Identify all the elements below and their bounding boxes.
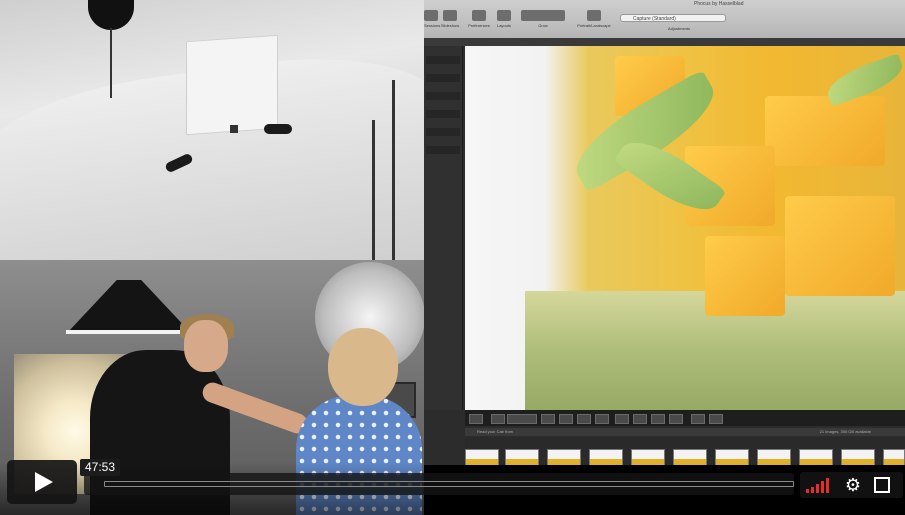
adjustments-label: Adjustments	[668, 26, 691, 31]
player-right-controls: ⚙	[800, 472, 903, 498]
progress-bar[interactable]	[84, 473, 794, 495]
fullscreen-icon[interactable]	[874, 477, 890, 493]
studio-light-reflector	[88, 0, 134, 30]
image-viewer[interactable]	[465, 46, 905, 410]
toolbar-portrait-landscape[interactable]: Portrait/Landscape	[572, 10, 616, 36]
play-icon	[35, 472, 53, 492]
viewer-control[interactable]	[595, 414, 609, 424]
viewer-control[interactable]	[669, 414, 683, 424]
viewer-control[interactable]	[577, 414, 591, 424]
browser-sidebar	[424, 46, 463, 410]
mango-cube	[765, 96, 885, 166]
viewer-controls	[465, 410, 905, 426]
softbox-diffuser	[66, 330, 192, 334]
viewer-control[interactable]	[691, 414, 705, 424]
viewer-control[interactable]	[559, 414, 573, 424]
board-marker	[230, 125, 238, 133]
presenter-woman-head	[328, 328, 398, 406]
timestamp: 47:53	[80, 459, 121, 476]
capture-select[interactable]: Capture (Standard)	[620, 14, 726, 22]
viewer-control[interactable]	[541, 414, 555, 424]
viewer-control[interactable]	[633, 414, 647, 424]
presenter-head	[184, 320, 228, 372]
filmstrip	[465, 437, 905, 465]
toolbar-layouts[interactable]: Layouts	[494, 10, 514, 36]
software-screen: Phocus by Hasselblad Sessions Slideshow …	[424, 0, 905, 465]
viewer-control[interactable]	[469, 414, 483, 424]
layouts-icon	[497, 10, 511, 21]
viewer-control[interactable]	[651, 414, 665, 424]
viewer-control[interactable]	[615, 414, 629, 424]
play-button[interactable]	[7, 460, 77, 504]
gear-icon[interactable]: ⚙	[844, 476, 862, 494]
app-toolbar: Phocus by Hasselblad Sessions Slideshow …	[424, 0, 905, 38]
reflector-board	[186, 34, 278, 136]
light-stand	[392, 80, 395, 260]
progress-track[interactable]	[104, 481, 794, 487]
light-stand	[110, 28, 112, 98]
studio-set-view	[0, 0, 424, 260]
portrait-landscape-icon	[587, 10, 601, 21]
filmstrip-count: 21 Images, 350 GB available	[819, 429, 871, 434]
mango-cube	[705, 236, 785, 316]
softbox-light	[68, 280, 190, 332]
signal-bars-icon[interactable]	[806, 477, 832, 493]
light-stand	[372, 120, 375, 260]
toolbar-grow[interactable]: Grow	[520, 10, 566, 36]
viewer-control[interactable]	[507, 414, 537, 424]
viewer-control[interactable]	[709, 414, 723, 424]
filmstrip-title: Read your Cab from	[477, 429, 514, 434]
status-strip	[424, 38, 905, 46]
app-title: Phocus by Hasselblad	[694, 1, 744, 7]
viewer-control[interactable]	[491, 414, 505, 424]
sessions-icon	[424, 10, 438, 21]
clamp	[264, 124, 292, 134]
filmstrip-header: Read your Cab from 21 Images, 350 GB ava…	[465, 428, 905, 436]
toolbar-preferences[interactable]: Preferences	[466, 10, 492, 36]
grow-icon	[521, 10, 565, 21]
mango-cube	[785, 196, 895, 296]
toolbar-sessions[interactable]: Sessions	[424, 10, 440, 36]
toolbar-slideshow[interactable]: Slideshow	[438, 10, 462, 36]
video-player[interactable]: Phocus by Hasselblad Sessions Slideshow …	[0, 0, 905, 515]
slideshow-icon	[443, 10, 457, 21]
preferences-icon	[472, 10, 486, 21]
